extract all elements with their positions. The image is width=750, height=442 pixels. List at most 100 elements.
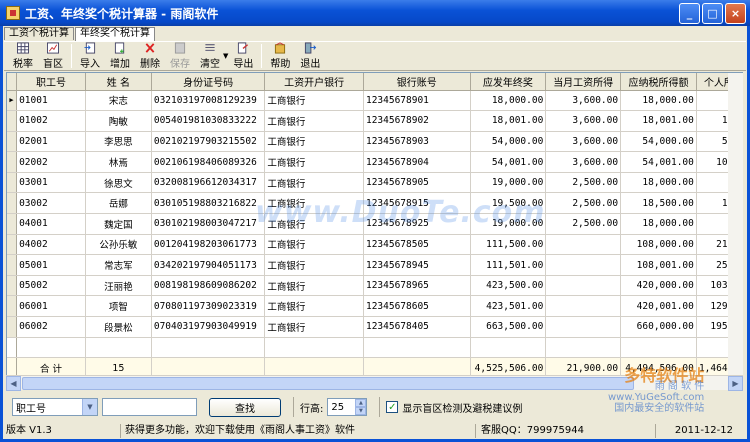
add-button[interactable]: 增加 (105, 42, 135, 70)
table-cell[interactable]: 002102197903215502 (151, 131, 266, 153)
table-cell[interactable]: 03002 (16, 192, 86, 215)
table-row[interactable]: 02002 林焉 002106198406089326 工商银行 12345678904… (7, 151, 742, 173)
table-cell[interactable]: 12345678405 (363, 316, 471, 338)
table-cell[interactable]: 111,500.00 (470, 234, 547, 256)
help-button[interactable]: 帮助 (265, 42, 295, 70)
table-cell[interactable]: 宋志 (85, 90, 152, 112)
table-cell[interactable]: 660,000.00 (620, 316, 697, 338)
column-header[interactable]: 姓 名 (85, 73, 152, 91)
search-input[interactable] (102, 398, 197, 416)
table-cell[interactable]: 12345678902 (363, 110, 471, 132)
close-button[interactable]: × (725, 3, 746, 24)
tab-bonus-tax[interactable]: 年终奖个税计算 (75, 27, 155, 41)
table-cell[interactable]: 423,500.00 (470, 275, 547, 297)
table-cell[interactable]: 030102198003047217 (151, 213, 266, 235)
table-cell[interactable]: 工商银行 (264, 295, 364, 318)
table-cell[interactable]: 18,500.00 (620, 192, 697, 215)
table-cell[interactable]: 工商银行 (264, 234, 364, 256)
scroll-left-icon[interactable]: ◀ (6, 375, 21, 391)
table-cell[interactable]: 108,000.00 (620, 234, 697, 256)
column-header[interactable]: 应发年终奖 (470, 73, 547, 91)
table-cell[interactable]: 032008196612034317 (151, 172, 266, 194)
save-button[interactable]: 保存 (165, 42, 195, 70)
table-row[interactable]: ▶ 01001 宋志 032103197008129239 工商银行 1234567890… (7, 90, 742, 112)
field-select[interactable]: 职工号 ▼ (12, 398, 98, 416)
table-cell[interactable]: 03001 (16, 172, 86, 194)
table-cell[interactable]: 18,000.00 (470, 90, 547, 112)
exit-button[interactable]: 退出 (295, 42, 325, 70)
column-header[interactable]: 身份证号码 (151, 73, 266, 91)
table-cell[interactable]: 12345678901 (363, 90, 471, 112)
table-row[interactable]: 06002 段景松 070403197903049919 工商银行 1234567840… (7, 316, 742, 338)
table-cell[interactable]: 070801197309023319 (151, 295, 266, 318)
table-cell[interactable]: 02002 (16, 151, 86, 173)
table-row[interactable]: 03001 徐思文 032008196612034317 工商银行 1234567890… (7, 172, 742, 194)
table-cell[interactable]: 04001 (16, 213, 86, 235)
table-cell[interactable]: 常志军 (85, 254, 152, 276)
spin-up-icon[interactable]: ▲ (355, 399, 367, 407)
spin-down-icon[interactable]: ▼ (355, 407, 367, 415)
table-cell[interactable]: 李思思 (85, 131, 152, 153)
table-cell[interactable]: 54,001.00 (620, 151, 697, 173)
table-cell[interactable]: 工商银行 (264, 254, 364, 276)
row-height-spinner[interactable]: 25 ▲ ▼ (327, 398, 368, 416)
table-cell[interactable]: 林焉 (85, 151, 152, 173)
blind-zone-button[interactable]: 盲区 (38, 42, 68, 70)
table-cell[interactable]: 01002 (16, 110, 86, 132)
table-cell[interactable]: 04002 (16, 234, 86, 256)
clear-button[interactable]: 清空 (195, 42, 225, 70)
chevron-down-icon[interactable]: ▼ (82, 399, 97, 415)
table-cell[interactable]: 段景松 (85, 316, 152, 338)
table-cell[interactable]: 030105198803216822 (151, 192, 266, 215)
table-cell[interactable]: 420,000.00 (620, 275, 697, 297)
tab-salary-tax[interactable]: 工资个税计算 (4, 27, 74, 40)
column-header[interactable]: 银行账号 (363, 73, 471, 91)
table-cell[interactable] (545, 254, 622, 276)
table-cell[interactable]: 034202197904051173 (151, 254, 266, 276)
import-button[interactable]: 导入 (75, 42, 105, 70)
table-cell[interactable]: 3,600.00 (545, 151, 622, 173)
table-cell[interactable]: 54,001.00 (470, 151, 547, 173)
empty-row[interactable] (7, 337, 742, 359)
table-cell[interactable]: 18,001.00 (620, 110, 697, 132)
table-cell[interactable]: 3,600.00 (545, 90, 622, 112)
table-cell[interactable]: 420,001.00 (620, 295, 697, 318)
table-cell[interactable]: 12345678965 (363, 275, 471, 297)
delete-button[interactable]: 删除 (135, 42, 165, 70)
table-cell[interactable]: 项智 (85, 295, 152, 318)
table-cell[interactable]: 18,001.00 (470, 110, 547, 132)
table-cell[interactable]: 魏定国 (85, 213, 152, 235)
table-cell[interactable]: 008198198609086202 (151, 275, 266, 297)
table-cell[interactable] (545, 234, 622, 256)
table-cell[interactable]: 54,000.00 (470, 131, 547, 153)
table-cell[interactable]: 工商银行 (264, 275, 364, 297)
table-cell[interactable]: 111,501.00 (470, 254, 547, 276)
table-cell[interactable]: 12345678505 (363, 234, 471, 256)
table-cell[interactable]: 2,500.00 (545, 172, 622, 194)
table-cell[interactable]: 岳娜 (85, 192, 152, 215)
export-button[interactable]: 导出 (228, 42, 258, 70)
table-cell[interactable]: 工商银行 (264, 316, 364, 338)
table-cell[interactable]: 005401981030833222 (151, 110, 266, 132)
table-cell[interactable]: 2,500.00 (545, 192, 622, 215)
search-button[interactable]: 查找 (209, 397, 281, 417)
table-cell[interactable]: 032103197008129239 (151, 90, 266, 112)
table-cell[interactable]: 12345678605 (363, 295, 471, 318)
table-row[interactable]: 05001 常志军 034202197904051173 工商银行 1234567894… (7, 254, 742, 276)
table-cell[interactable]: 工商银行 (264, 90, 364, 112)
table-cell[interactable]: 663,500.00 (470, 316, 547, 338)
table-cell[interactable]: 18,000.00 (620, 90, 697, 112)
blind-zone-checkbox[interactable]: ✓ (386, 401, 399, 413)
table-row[interactable]: 01002 陶敏 005401981030833222 工商银行 12345678902… (7, 110, 742, 132)
table-cell[interactable]: 002106198406089326 (151, 151, 266, 173)
table-cell[interactable]: 108,001.00 (620, 254, 697, 276)
table-cell[interactable]: 01001 (16, 90, 86, 112)
table-cell[interactable] (545, 275, 622, 297)
table-cell[interactable]: 12345678903 (363, 131, 471, 153)
table-cell[interactable]: 工商银行 (264, 172, 364, 194)
scroll-right-icon[interactable]: ▶ (728, 375, 743, 391)
tax-rate-button[interactable]: 税率 (8, 42, 38, 70)
vertical-scrollbar[interactable] (728, 73, 743, 375)
data-grid[interactable]: 职工号姓 名身份证号码 工资开户银行 银行账号 应发年终奖 当月工资所得 应纳税所得额 个人… (6, 72, 743, 390)
table-cell[interactable]: 18,000.00 (620, 172, 697, 194)
